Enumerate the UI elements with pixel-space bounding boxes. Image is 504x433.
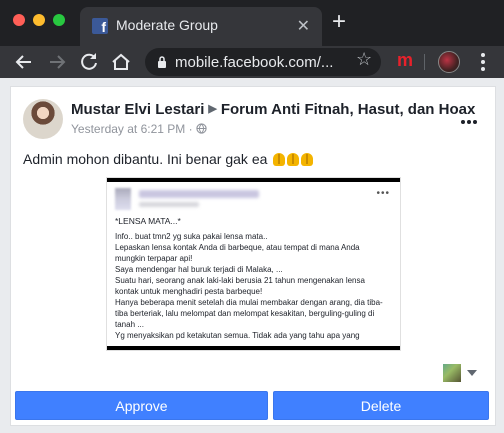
- image-text-line: mungkin terpapar api!: [115, 254, 193, 263]
- image-more-icon: •••: [376, 188, 390, 199]
- tab-title: Moderate Group: [116, 17, 218, 33]
- post-header: Mustar Elvi Lestari ▶ Forum Anti Fitnah, H…: [71, 101, 475, 118]
- home-icon[interactable]: [109, 50, 133, 74]
- tab-close-icon[interactable]: ✕: [297, 16, 310, 36]
- folded-hands-icon: [301, 153, 314, 166]
- folded-hands-icon: [287, 153, 300, 166]
- reload-icon[interactable]: [77, 50, 101, 74]
- browser-titlebar: f Moderate Group ✕ +: [0, 0, 504, 46]
- globe-icon: [196, 123, 207, 134]
- folded-hands-icon: [273, 153, 286, 166]
- lock-icon: [158, 56, 166, 68]
- attached-screenshot-image[interactable]: ••• *LENSA MATA...* Info.. buat tmn2 yg …: [106, 177, 401, 351]
- browser-menu-icon[interactable]: [475, 51, 491, 73]
- delete-button[interactable]: Delete: [273, 391, 489, 420]
- url-text: mobile.facebook.com/...: [175, 54, 334, 71]
- image-text-line: kontak untuk menghadiri pesta barbeque!: [115, 287, 263, 296]
- maximize-window-button[interactable]: [53, 14, 65, 26]
- profile-avatar[interactable]: [438, 51, 460, 73]
- new-tab-button[interactable]: +: [332, 10, 346, 34]
- minimize-window-button[interactable]: [33, 14, 45, 26]
- page-content: Mustar Elvi Lestari ▶ Forum Anti Fitnah, H…: [0, 78, 504, 433]
- close-window-button[interactable]: [13, 14, 25, 26]
- image-text: *LENSA MATA...* Info.. buat tmn2 yg suka…: [115, 216, 395, 341]
- tab-moderate-group[interactable]: f Moderate Group ✕: [80, 7, 322, 46]
- image-border-bottom: [107, 346, 400, 350]
- forward-arrow-icon[interactable]: [45, 50, 69, 74]
- author-name-link[interactable]: Mustar Elvi Lestari: [71, 101, 204, 118]
- posting-as-avatar[interactable]: [443, 364, 461, 382]
- author-avatar[interactable]: [23, 99, 63, 139]
- browser-toolbar: mobile.facebook.com/... ☆ m: [0, 46, 504, 78]
- post-message: Admin mohon dibantu. Ini benar gak ea: [23, 151, 314, 167]
- image-text-line: Suatu hari, seorang anak laki-laki berus…: [115, 276, 365, 285]
- approve-button[interactable]: Approve: [15, 391, 268, 420]
- triangle-right-icon: ▶: [208, 103, 217, 115]
- image-text-line: *LENSA MATA...*: [115, 216, 181, 226]
- bookmark-star-icon[interactable]: ☆: [356, 49, 494, 70]
- image-text-line: Saya mendengar hal buruk terjadi di Mala…: [115, 265, 283, 274]
- blurred-avatar: [115, 188, 131, 210]
- image-text-line: Lepaskan lensa kontak Anda di barbeque, …: [115, 243, 360, 252]
- post-text: Admin mohon dibantu. Ini benar gak ea: [23, 151, 268, 167]
- post-timestamp[interactable]: Yesterday at 6:21 PM ·: [71, 122, 196, 136]
- extension-m-icon[interactable]: m: [397, 50, 413, 71]
- image-text-line: tiba berteriak, lalu melompat dan melomp…: [115, 309, 375, 318]
- post-options-icon[interactable]: [461, 111, 481, 124]
- toolbar-divider: [424, 54, 425, 70]
- caret-down-icon[interactable]: [467, 370, 477, 376]
- image-border-top: [107, 178, 400, 182]
- back-arrow-icon[interactable]: [12, 50, 36, 74]
- address-bar[interactable]: mobile.facebook.com/...: [145, 48, 381, 76]
- image-text-line: Info.. buat tmn2 yg suka pakai lensa mat…: [115, 232, 268, 241]
- image-text-line: Hanya beberapa menit setelah dia mulai m…: [115, 298, 383, 307]
- blurred-subtitle: [139, 202, 199, 207]
- image-text-line: Yg menyaksikan pd ketakutan semua. Tidak…: [115, 331, 360, 340]
- blurred-name: [139, 190, 259, 198]
- image-text-line: tanah ...: [115, 320, 144, 329]
- pending-post-card: Mustar Elvi Lestari ▶ Forum Anti Fitnah, H…: [10, 86, 496, 426]
- group-name-link[interactable]: Forum Anti Fitnah, Hasut, dan Hoax: [221, 101, 475, 118]
- facebook-favicon-icon: f: [92, 18, 108, 35]
- post-meta: Yesterday at 6:21 PM ·: [71, 122, 207, 136]
